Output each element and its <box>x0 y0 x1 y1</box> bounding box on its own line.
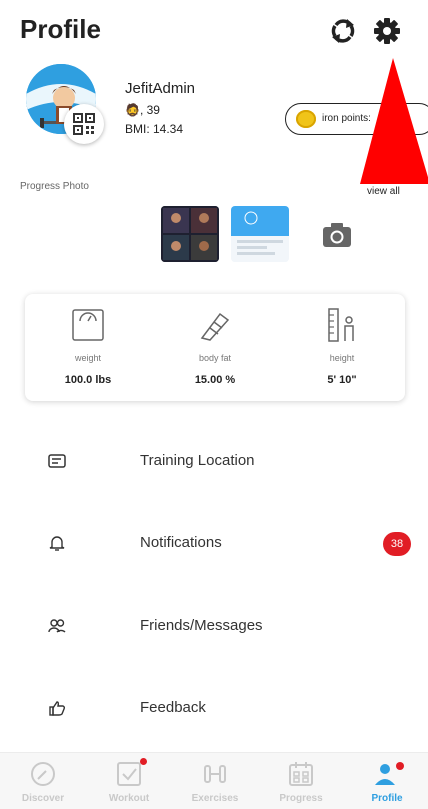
tab-label: Profile <box>371 793 403 804</box>
progress-photo-thumbnail[interactable] <box>161 206 219 262</box>
bell-icon <box>49 536 65 551</box>
caliper-icon <box>200 312 230 341</box>
menu-label: Friends/Messages <box>140 617 263 634</box>
tab-profile[interactable]: Profile <box>344 753 428 809</box>
bmi-value: BMI: 14.34 <box>125 122 184 136</box>
location-card-icon <box>48 454 66 468</box>
age-row: 🧔, 39 <box>125 103 160 117</box>
refresh-button[interactable] <box>328 16 358 46</box>
view-all-link[interactable]: view all <box>367 186 400 197</box>
camera-icon <box>323 223 351 247</box>
notification-count-badge: 38 <box>383 532 411 556</box>
age-value: , 39 <box>139 103 160 117</box>
tab-label: Progress <box>279 793 323 804</box>
tab-label: Discover <box>21 793 65 804</box>
header: Profile <box>0 0 428 60</box>
tab-discover[interactable]: Discover <box>0 753 86 809</box>
notification-dot <box>396 762 404 770</box>
tab-label: Exercises <box>191 793 239 804</box>
menu-item-training-location[interactable]: Training Location <box>0 431 428 491</box>
menu-label: Training Location <box>140 452 255 469</box>
stat-value: 100.0 lbs <box>64 374 112 386</box>
photo-thumbnail-image <box>161 206 219 262</box>
menu-label: Notifications <box>140 534 222 551</box>
stat-label: body fat <box>198 353 232 363</box>
stat-body-fat[interactable]: body fat 15.00 % <box>152 294 278 401</box>
settings-button[interactable] <box>372 16 402 46</box>
gear-icon <box>374 18 400 44</box>
notification-dot <box>140 758 147 765</box>
progress-photo-label: Progress Photo <box>20 181 89 192</box>
tab-label: Workout <box>108 793 150 804</box>
body-stats-card: weight 100.0 lbs body fat 15.00 % height… <box>25 294 405 401</box>
tab-exercises[interactable]: Exercises <box>172 753 258 809</box>
discover-icon <box>31 762 55 786</box>
stat-label: height <box>329 353 355 363</box>
refresh-icon <box>331 19 355 43</box>
page-title: Profile <box>20 14 101 44</box>
menu-item-notifications[interactable]: Notifications 38 <box>0 513 428 573</box>
dumbbell-icon <box>204 765 226 783</box>
scale-icon <box>72 309 104 341</box>
add-photo-button[interactable] <box>322 222 352 248</box>
person-emoji-icon: 🧔 <box>125 103 140 117</box>
tab-workout[interactable]: Workout <box>86 753 172 809</box>
menu-item-friends-messages[interactable]: Friends/Messages <box>0 596 428 656</box>
qr-code-icon <box>73 113 95 135</box>
tab-progress[interactable]: Progress <box>258 753 344 809</box>
friends-icon <box>48 619 66 633</box>
red-arrow-annotation <box>360 58 428 184</box>
workout-icon <box>117 762 141 786</box>
username: JefitAdmin <box>125 80 196 97</box>
progress-photo-thumbnail[interactable] <box>231 206 289 262</box>
coin-icon <box>296 110 316 128</box>
height-ruler-icon <box>328 308 354 342</box>
stat-label: weight <box>74 353 101 363</box>
stat-value: 5' 10" <box>327 374 357 386</box>
menu-item-feedback[interactable]: Feedback <box>0 678 428 738</box>
qr-code-button[interactable] <box>64 104 104 144</box>
stat-height[interactable]: height 5' 10" <box>279 294 405 401</box>
stat-value: 15.00 % <box>194 374 236 386</box>
thumbs-up-icon <box>49 701 66 716</box>
photo-thumbnail-image <box>231 206 289 262</box>
bottom-tab-bar: Discover Workout Exercises Progress Prof… <box>0 752 428 809</box>
menu-label: Feedback <box>140 699 206 716</box>
calendar-icon <box>289 762 313 786</box>
stat-weight[interactable]: weight 100.0 lbs <box>25 294 151 401</box>
